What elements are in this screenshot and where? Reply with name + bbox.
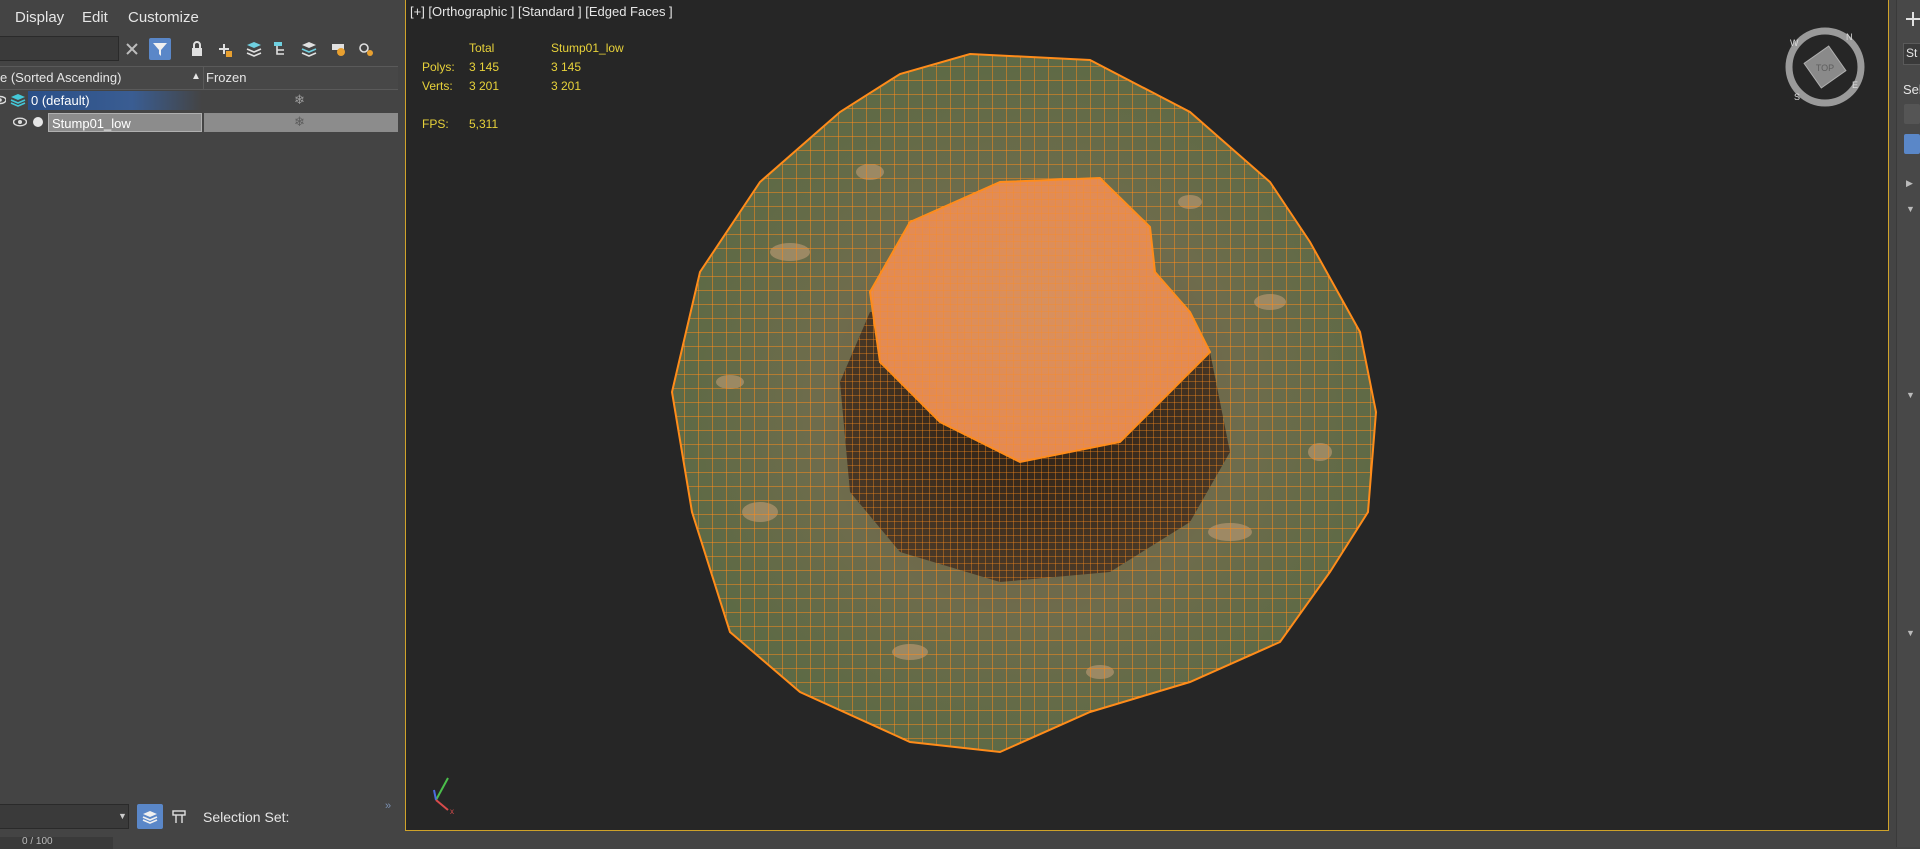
- layer-dropdown[interactable]: [0, 804, 129, 829]
- menu-bar: Display Edit Customize: [0, 0, 402, 38]
- hierarchy-button[interactable]: [168, 804, 190, 829]
- container-icon[interactable]: [327, 38, 349, 60]
- frozen-icon[interactable]: ❄: [294, 114, 305, 130]
- object-name-fragment: St: [1906, 46, 1918, 60]
- visibility-eye-icon[interactable]: [0, 94, 6, 106]
- compass-e-label[interactable]: E: [1852, 80, 1858, 90]
- viewcube-face-label[interactable]: TOP: [1816, 63, 1834, 73]
- explorer-bottom-bar: ▼ Selection Set: » 0 / 100: [0, 800, 402, 849]
- layers-icon: [142, 810, 158, 824]
- stats-polys-label: Polys:: [422, 60, 455, 74]
- rollout-collapse-icon[interactable]: ▼: [1906, 204, 1915, 214]
- object-name-field[interactable]: St: [1903, 43, 1920, 65]
- viewport[interactable]: [+] [Orthographic ] [Standard ] [Edged F…: [405, 0, 1889, 831]
- stats-fps-value: 5,311: [469, 117, 499, 131]
- column-frozen-header[interactable]: Frozen: [206, 70, 246, 85]
- command-panel-strip: [1896, 0, 1920, 847]
- lock-icon[interactable]: [186, 38, 208, 60]
- layers-icon[interactable]: [243, 38, 265, 60]
- stats-fps-label: FPS:: [422, 117, 449, 131]
- layer-stack-icon[interactable]: [298, 38, 320, 60]
- hierarchy-icon[interactable]: [270, 38, 292, 60]
- stats-total-header: Total: [469, 41, 495, 55]
- axis-x-label: x: [450, 807, 454, 816]
- layer-name[interactable]: 0 (default): [28, 91, 202, 110]
- compass-s-label[interactable]: S: [1794, 92, 1800, 102]
- create-plus-icon[interactable]: [1906, 12, 1920, 26]
- column-header: e (Sorted Ascending) ▲ Frozen: [0, 66, 398, 90]
- chevron-down-icon[interactable]: ▼: [118, 811, 127, 821]
- compass-w-label[interactable]: W: [1790, 38, 1799, 48]
- expand-arrows-icon[interactable]: »: [385, 800, 391, 812]
- clear-search-icon[interactable]: [121, 38, 143, 60]
- create-layer-icon[interactable]: [213, 38, 235, 60]
- layer-icon: [10, 94, 26, 107]
- layer-explorer-button[interactable]: [137, 804, 163, 829]
- compass-n-label[interactable]: N: [1846, 32, 1853, 42]
- progress-status: 0 / 100: [0, 837, 113, 849]
- selection-rollout-label: Sel: [1903, 82, 1920, 97]
- hierarchy-icon: [172, 809, 186, 823]
- active-rollout-button[interactable]: [1904, 134, 1920, 154]
- menu-customize[interactable]: Customize: [128, 9, 199, 26]
- freeze-settings-icon[interactable]: [355, 38, 377, 60]
- visibility-eye-icon[interactable]: [13, 116, 27, 128]
- stats-polys-total: 3 145: [469, 60, 500, 74]
- frozen-icon[interactable]: ❄: [294, 92, 305, 108]
- table-row[interactable]: 0 (default) ❄: [0, 90, 398, 111]
- command-panel: St Sel ▶ ▼ ▼ ▼: [1889, 0, 1920, 847]
- rollout-button[interactable]: [1904, 104, 1920, 124]
- viewcube[interactable]: TOP N E S W: [1784, 26, 1866, 108]
- stats-object-header: Stump01_low: [551, 41, 624, 55]
- menu-edit[interactable]: Edit: [82, 9, 108, 26]
- object-dot-icon: [33, 117, 43, 127]
- search-input[interactable]: [0, 36, 119, 61]
- stats-verts-object: 3 201: [551, 79, 582, 93]
- stats-verts-total: 3 201: [469, 79, 500, 93]
- progress-text: 0 / 100: [22, 837, 53, 847]
- rollout-collapse-icon[interactable]: ▼: [1906, 628, 1915, 638]
- column-name-header[interactable]: e (Sorted Ascending): [0, 70, 121, 85]
- axis-gizmo-icon: x: [433, 777, 454, 816]
- viewport-label[interactable]: [+] [Orthographic ] [Standard ] [Edged F…: [410, 4, 673, 19]
- filter-toggle-button[interactable]: [149, 38, 171, 60]
- sort-indicator-icon: ▲: [191, 71, 201, 82]
- stats-verts-label: Verts:: [422, 79, 453, 93]
- stats-polys-object: 3 145: [551, 60, 582, 74]
- table-row[interactable]: Stump01_low ❄: [0, 112, 398, 133]
- column-divider[interactable]: [203, 67, 204, 89]
- stump-wireframe-mesh[interactable]: [670, 52, 1390, 762]
- scene-explorer: Display Edit Customize e (Sorted Ascendi…: [0, 0, 402, 849]
- menu-display[interactable]: Display: [15, 9, 64, 26]
- rollout-collapse-icon[interactable]: ▼: [1906, 390, 1915, 400]
- rollout-expand-icon[interactable]: ▶: [1906, 178, 1913, 189]
- selection-set-label: Selection Set:: [203, 809, 290, 825]
- object-name[interactable]: Stump01_low: [48, 113, 202, 132]
